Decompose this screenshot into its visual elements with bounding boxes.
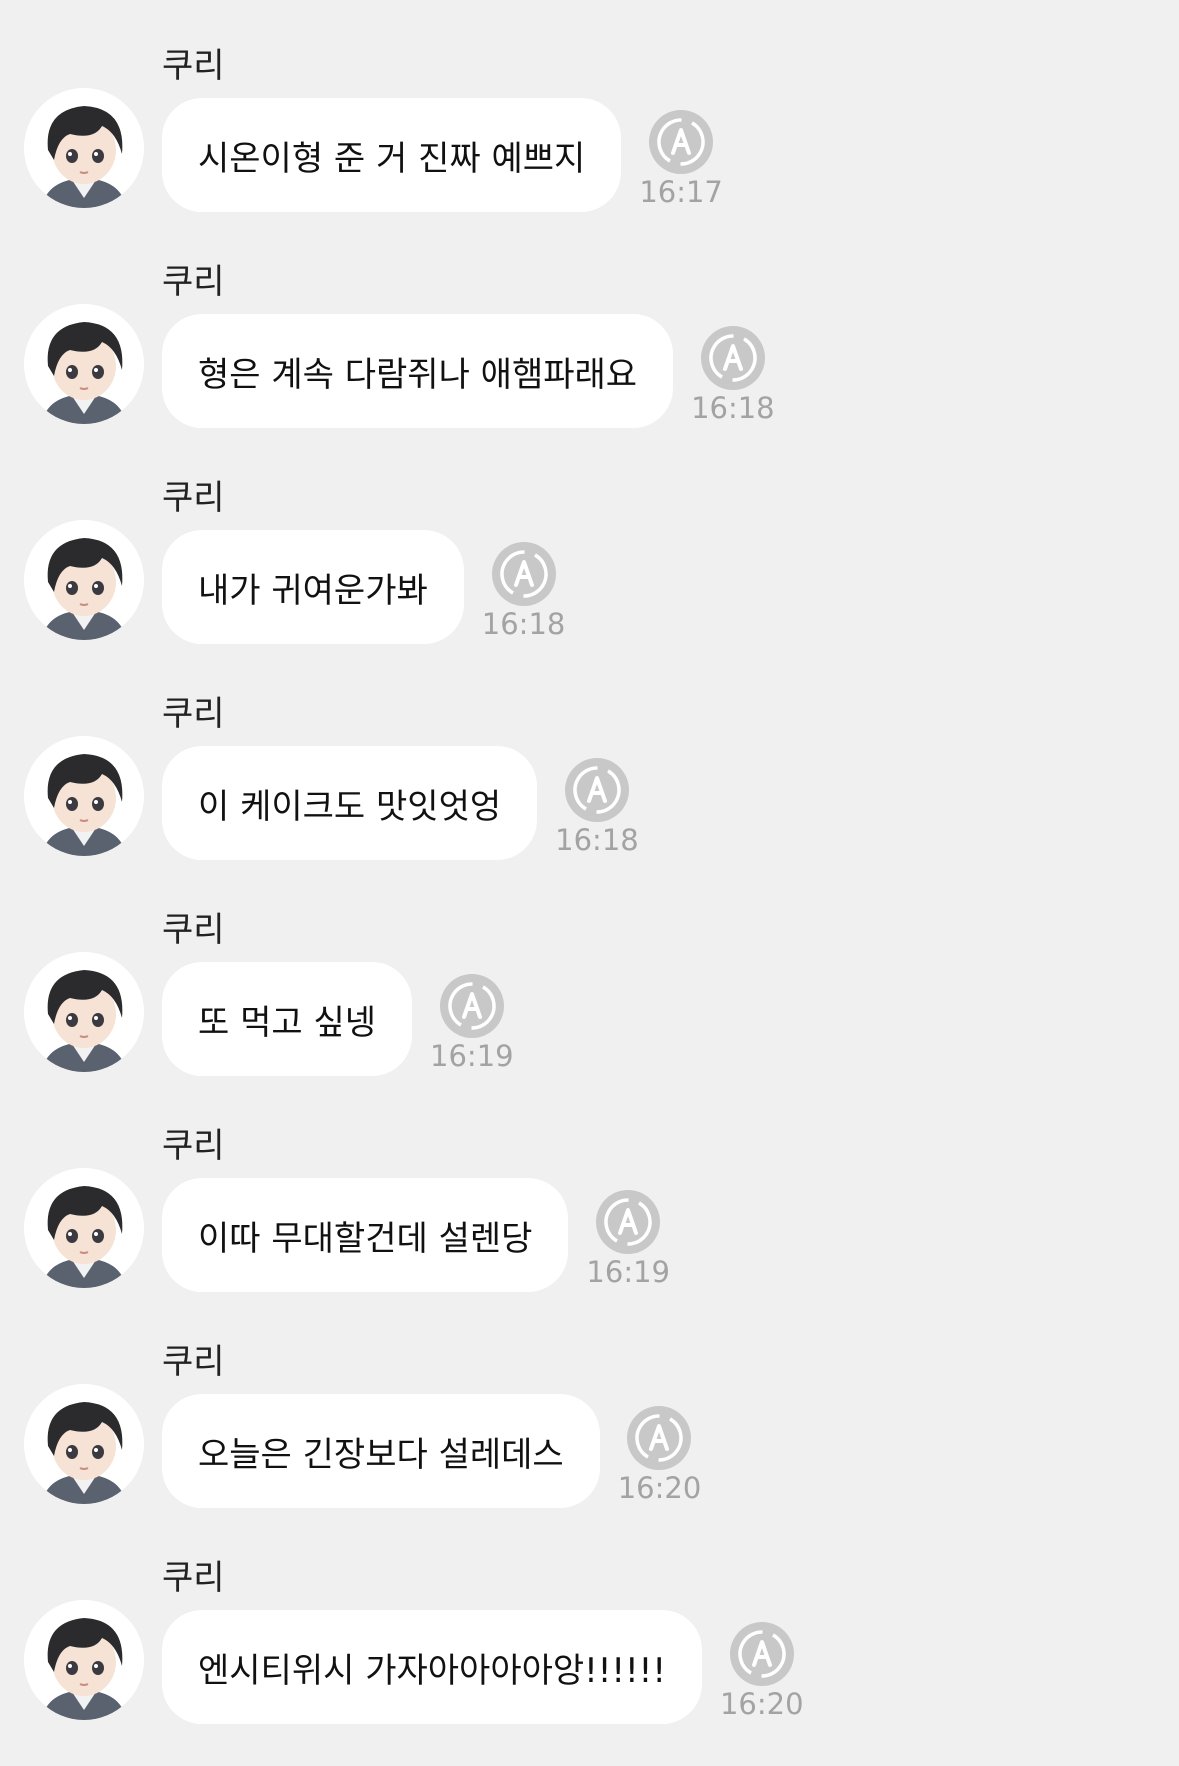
- message-item: 쿠리 형은 계속 다람쥐나 애햄파래요 16:18: [0, 254, 1179, 470]
- auto-translate-icon[interactable]: [594, 1188, 662, 1256]
- avatar-icon: [24, 88, 144, 208]
- message-bubble[interactable]: 시온이형 준 거 진짜 예쁘지: [162, 98, 622, 212]
- message-item: 쿠리 또 먹고 싶넹 16:19: [0, 902, 1179, 1118]
- message-item: 쿠리 내가 귀여운가봐 16:18: [0, 470, 1179, 686]
- avatar-icon: [24, 952, 144, 1072]
- sender-name: 쿠리: [162, 46, 225, 86]
- avatar[interactable]: [24, 1600, 144, 1720]
- sender-name: 쿠리: [162, 1126, 225, 1166]
- message-time: 16:18: [481, 607, 566, 641]
- sender-name: 쿠리: [162, 1342, 225, 1382]
- auto-translate-icon[interactable]: [490, 540, 558, 608]
- avatar[interactable]: [24, 736, 144, 856]
- message-item: 쿠리 이따 무대할건데 설렌당 16:19: [0, 1118, 1179, 1334]
- message-item: 쿠리 오늘은 긴장보다 설레데스 16:20: [0, 1334, 1179, 1550]
- avatar[interactable]: [24, 304, 144, 424]
- auto-translate-icon[interactable]: [699, 324, 767, 392]
- message-time: 16:18: [691, 391, 775, 425]
- message-bubble[interactable]: 또 먹고 싶넹: [162, 962, 413, 1076]
- avatar[interactable]: [24, 1384, 144, 1504]
- message-bubble[interactable]: 이 케이크도 맛잇엇엉: [162, 746, 538, 860]
- avatar-icon: [24, 304, 144, 424]
- message-bubble[interactable]: 내가 귀여운가봐: [162, 530, 464, 644]
- sender-name: 쿠리: [162, 1558, 225, 1598]
- message-time: 16:20: [719, 1687, 804, 1721]
- auto-translate-icon[interactable]: [728, 1620, 796, 1688]
- avatar[interactable]: [24, 520, 144, 640]
- message-item: 쿠리 시온이형 준 거 진짜 예쁘지 16:17: [0, 38, 1179, 254]
- auto-translate-icon[interactable]: [625, 1404, 693, 1472]
- message-time: 16:17: [639, 175, 723, 209]
- message-item: 쿠리 이 케이크도 맛잇엇엉 16:18: [0, 686, 1179, 902]
- message-bubble[interactable]: 형은 계속 다람쥐나 애햄파래요: [162, 314, 674, 428]
- message-time: 16:19: [586, 1255, 670, 1289]
- avatar[interactable]: [24, 1168, 144, 1288]
- avatar-icon: [24, 520, 144, 640]
- avatar-icon: [24, 1168, 144, 1288]
- auto-translate-icon[interactable]: [438, 972, 506, 1040]
- message-time: 16:20: [617, 1471, 702, 1505]
- avatar[interactable]: [24, 88, 144, 208]
- message-bubble[interactable]: 엔시티위시 가자아아아아앙!!!!!!: [162, 1610, 702, 1724]
- avatar-icon: [24, 736, 144, 856]
- auto-translate-icon[interactable]: [563, 756, 631, 824]
- sender-name: 쿠리: [162, 262, 225, 302]
- avatar-icon: [24, 1384, 144, 1504]
- sender-name: 쿠리: [162, 478, 225, 518]
- avatar[interactable]: [24, 952, 144, 1072]
- message-bubble[interactable]: 오늘은 긴장보다 설레데스: [162, 1394, 600, 1508]
- message-time: 16:18: [555, 823, 639, 857]
- avatar-icon: [24, 1600, 144, 1720]
- sender-name: 쿠리: [162, 694, 225, 734]
- chat-message-list[interactable]: 쿠리 시온이형 준 거 진짜 예쁘지 16:17 쿠리 형은 계속 다람쥐나 애…: [0, 0, 1179, 1750]
- message-bubble[interactable]: 이따 무대할건데 설렌당: [162, 1178, 569, 1292]
- sender-name: 쿠리: [162, 910, 225, 950]
- message-item: 쿠리 엔시티위시 가자아아아아앙!!!!!! 16:20: [0, 1550, 1179, 1766]
- message-time: 16:19: [430, 1039, 514, 1073]
- auto-translate-icon[interactable]: [647, 108, 715, 176]
